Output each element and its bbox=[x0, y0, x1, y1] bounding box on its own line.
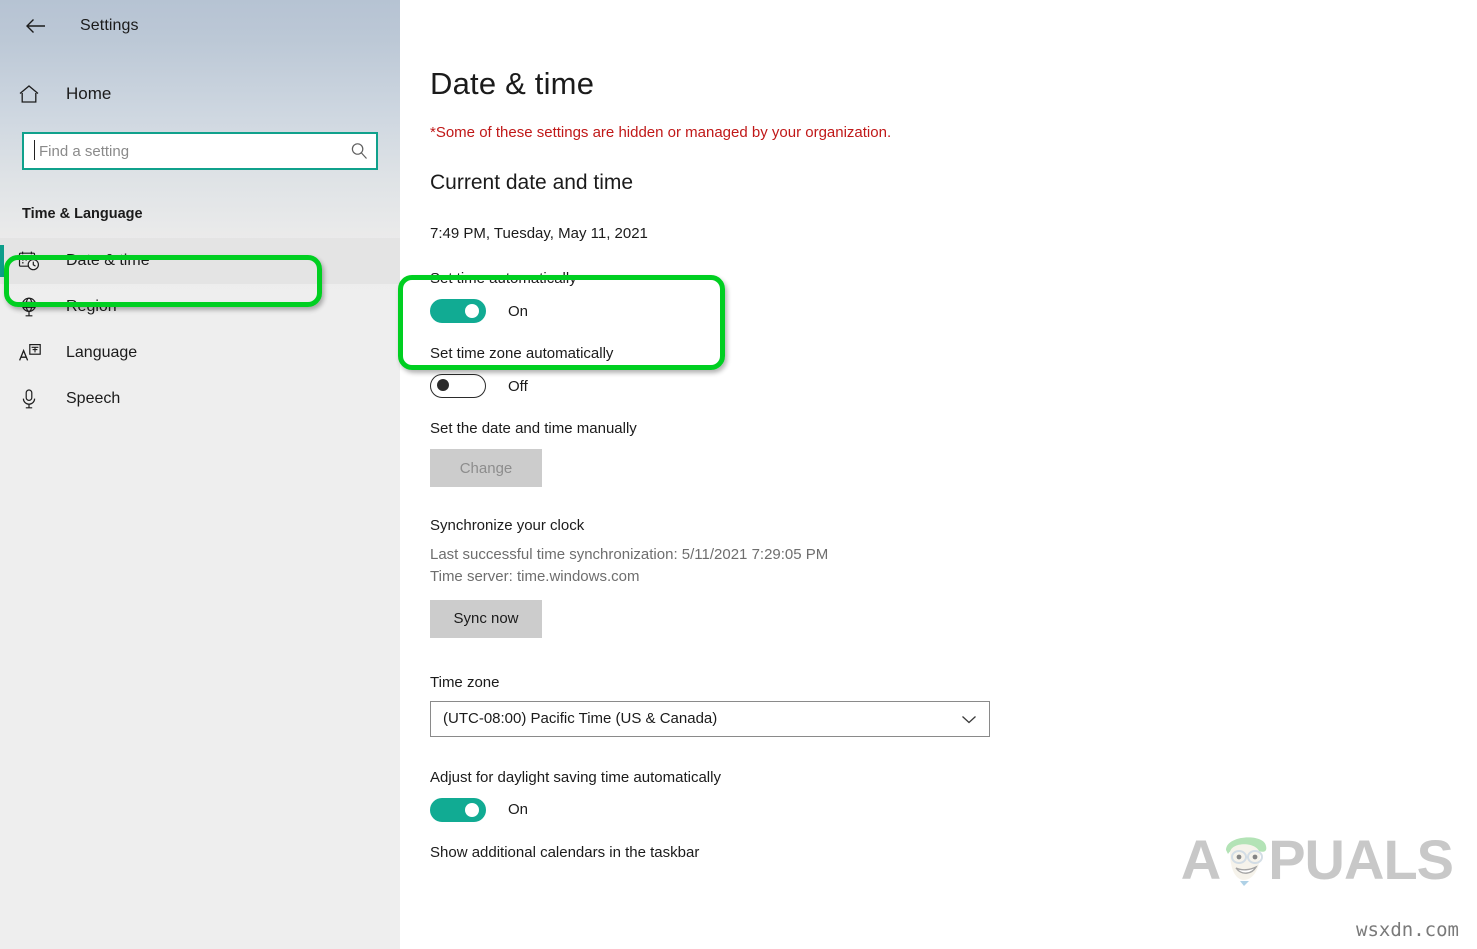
toggle-row-set-timezone-automatically: Off bbox=[430, 374, 1477, 398]
sidebar-item-label-home: Home bbox=[66, 84, 112, 103]
setting-time-zone: Time zone (UTC-08:00) Pacific Time (US &… bbox=[430, 674, 1477, 737]
toggle-row-daylight-saving: On bbox=[430, 797, 1477, 822]
toggle-state-daylight-saving: On bbox=[508, 801, 529, 818]
toggle-row-set-time-automatically: On bbox=[430, 299, 1477, 323]
setting-set-date-time-manually: Set the date and time manually Change bbox=[430, 420, 1477, 487]
toggle-set-timezone-automatically[interactable] bbox=[430, 374, 486, 398]
sync-now-button[interactable]: Sync now bbox=[430, 599, 542, 638]
setting-set-timezone-automatically: Set time zone automatically Off bbox=[430, 345, 1477, 398]
toggle-state-set-timezone-automatically: Off bbox=[508, 377, 528, 395]
toggle-knob bbox=[437, 379, 449, 391]
main-content: Date & time *Some of these settings are … bbox=[400, 0, 1477, 949]
page-title: Date & time bbox=[430, 66, 595, 101]
last-sync-text: Last successful time synchronization: 5/… bbox=[430, 546, 829, 563]
home-icon bbox=[18, 84, 52, 104]
time-server-text: Time server: time.windows.com bbox=[430, 567, 640, 585]
setting-label-set-time-automatically: Set time automatically bbox=[430, 270, 577, 287]
app-title: Settings bbox=[80, 17, 139, 34]
sidebar-item-region[interactable]: Region bbox=[0, 284, 400, 330]
globe-icon bbox=[18, 296, 52, 318]
setting-label-set-timezone-automatically: Set time zone automatically bbox=[430, 345, 614, 362]
toggle-knob bbox=[465, 304, 479, 318]
toggle-set-time-automatically[interactable] bbox=[430, 299, 486, 323]
setting-label-daylight-saving: Adjust for daylight saving time automati… bbox=[430, 768, 721, 786]
sidebar-item-label-language: Language bbox=[66, 344, 138, 361]
sidebar-item-speech[interactable]: Speech bbox=[0, 376, 400, 422]
sidebar-item-language[interactable]: Language bbox=[0, 330, 400, 376]
sidebar-item-label-date-time: Date & time bbox=[66, 252, 150, 269]
section-title-synchronize-clock: Synchronize your clock bbox=[430, 517, 585, 534]
current-date-time-value: 7:49 PM, Tuesday, May 11, 2021 bbox=[430, 225, 648, 242]
time-zone-selected-value: (UTC-08:00) Pacific Time (US & Canada) bbox=[443, 710, 718, 727]
setting-daylight-saving: Adjust for daylight saving time automati… bbox=[430, 769, 1477, 822]
setting-label-time-zone: Time zone bbox=[430, 673, 500, 691]
search-placeholder: Find a setting bbox=[39, 142, 130, 160]
search-input[interactable]: Find a setting bbox=[22, 132, 378, 170]
setting-set-time-automatically: Set time automatically On bbox=[430, 270, 1477, 323]
sidebar-item-label-speech: Speech bbox=[66, 390, 121, 407]
settings-window: Settings Home Find a setting Time & Lang… bbox=[0, 0, 1477, 949]
time-zone-dropdown[interactable]: (UTC-08:00) Pacific Time (US & Canada) bbox=[430, 700, 990, 737]
organization-note: *Some of these settings are hidden or ma… bbox=[430, 124, 892, 141]
sidebar-item-label-region: Region bbox=[66, 298, 117, 315]
title-bar: Settings bbox=[0, 0, 400, 52]
chevron-down-icon[interactable] bbox=[949, 713, 989, 725]
calendar-clock-icon bbox=[18, 250, 52, 272]
sidebar-nav-list: Date & time Region Language Speech bbox=[0, 238, 400, 422]
sidebar-group-title: Time & Language bbox=[22, 206, 143, 222]
text-caret bbox=[34, 140, 35, 160]
microphone-icon bbox=[18, 388, 52, 410]
toggle-daylight-saving[interactable] bbox=[430, 797, 486, 822]
toggle-state-set-time-automatically: On bbox=[508, 302, 529, 320]
sidebar-item-date-time[interactable]: Date & time bbox=[0, 238, 400, 284]
site-tag: wsxdn.com bbox=[1356, 919, 1459, 941]
back-arrow-icon[interactable] bbox=[14, 9, 58, 43]
language-icon bbox=[18, 342, 52, 364]
setting-label-set-date-time-manually: Set the date and time manually bbox=[430, 420, 637, 437]
search-icon[interactable] bbox=[342, 141, 376, 161]
setting-label-additional-calendars: Show additional calendars in the taskbar bbox=[430, 843, 700, 861]
change-button[interactable]: Change bbox=[430, 449, 542, 487]
section-title-current-date-time: Current date and time bbox=[430, 171, 634, 194]
section-synchronize-clock: Synchronize your clock Last successful t… bbox=[430, 517, 1477, 638]
toggle-knob bbox=[465, 802, 479, 817]
setting-additional-calendars: Show additional calendars in the taskbar bbox=[430, 844, 1477, 861]
sidebar: Settings Home Find a setting Time & Lang… bbox=[0, 0, 400, 949]
sidebar-item-home[interactable]: Home bbox=[0, 74, 400, 114]
selection-indicator bbox=[0, 245, 4, 277]
